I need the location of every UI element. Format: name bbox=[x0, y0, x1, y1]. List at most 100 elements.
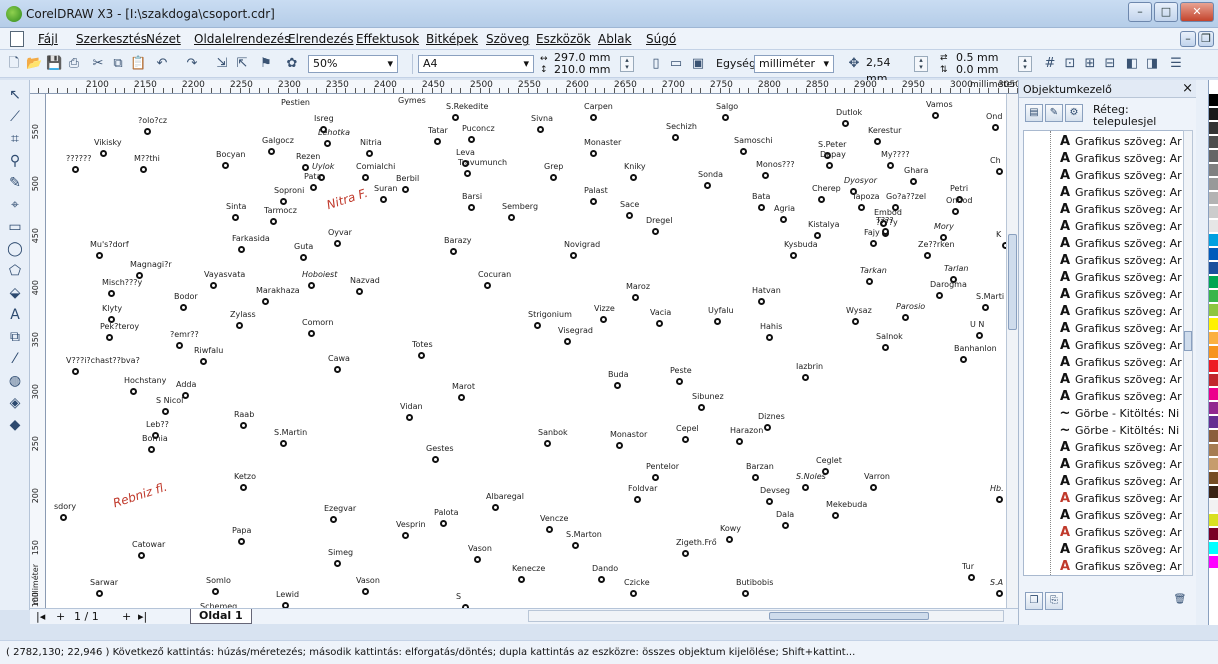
layer-manager-icon[interactable]: ⚙ bbox=[1065, 104, 1083, 122]
town-label[interactable]: S.Noles bbox=[796, 472, 826, 481]
town-marker[interactable] bbox=[434, 138, 441, 145]
town-marker[interactable] bbox=[652, 228, 659, 235]
options-icon[interactable]: ☰ bbox=[1168, 56, 1184, 72]
town-marker[interactable] bbox=[432, 456, 439, 463]
town-marker[interactable] bbox=[268, 148, 275, 155]
object-tree-item[interactable]: A Grafikus szöveg: Ar bbox=[1058, 439, 1182, 457]
color-swatch[interactable] bbox=[1209, 164, 1218, 177]
town-label[interactable]: Uyfalu bbox=[708, 306, 734, 315]
save-icon[interactable]: 💾 bbox=[46, 56, 62, 72]
town-label[interactable]: Kistalya bbox=[808, 220, 840, 229]
town-marker[interactable] bbox=[96, 590, 103, 597]
grid-icon[interactable]: # bbox=[1042, 56, 1058, 72]
print-icon[interactable]: ⎙ bbox=[66, 56, 82, 72]
object-tree[interactable]: A Grafikus szöveg: Ar A Grafikus szöveg: Ar… bbox=[1023, 130, 1185, 576]
town-marker[interactable] bbox=[766, 498, 773, 505]
town-marker[interactable] bbox=[308, 282, 315, 289]
object-tree-item[interactable]: A Grafikus szöveg: Ar bbox=[1058, 558, 1182, 575]
town-label[interactable]: Grep bbox=[544, 162, 563, 171]
town-marker[interactable] bbox=[334, 240, 341, 247]
town-label[interactable]: Misch???y bbox=[102, 278, 142, 287]
town-marker[interactable] bbox=[676, 378, 683, 385]
town-marker[interactable] bbox=[210, 282, 217, 289]
town-marker[interactable] bbox=[130, 388, 137, 395]
town-label[interactable]: Farkasida bbox=[232, 234, 270, 243]
town-marker[interactable] bbox=[996, 168, 1003, 175]
doc-restore-button[interactable]: ❐ bbox=[1198, 31, 1214, 47]
town-marker[interactable] bbox=[452, 114, 459, 121]
object-tree-item[interactable]: A Grafikus szöveg: Ar bbox=[1058, 252, 1182, 270]
town-marker[interactable] bbox=[982, 304, 989, 311]
town-label[interactable]: Maroz bbox=[626, 282, 650, 291]
town-label[interactable]: Ezegvar bbox=[324, 504, 356, 513]
drawing-canvas[interactable]: Pestien Gymes S.Rekedite Sivna Carpen Salgo Du… bbox=[46, 94, 1006, 608]
town-label[interactable]: Comialchi bbox=[356, 162, 395, 171]
town-label[interactable]: Parosio bbox=[896, 302, 925, 311]
town-label[interactable]: Barazy bbox=[444, 236, 472, 245]
town-marker[interactable] bbox=[652, 474, 659, 481]
town-marker[interactable] bbox=[418, 352, 425, 359]
town-label[interactable]: Kerestur bbox=[868, 126, 901, 135]
town-label[interactable]: Palast bbox=[584, 186, 608, 195]
town-label[interactable]: Nazvad bbox=[350, 276, 380, 285]
menu-text[interactable]: Szöveg bbox=[486, 32, 529, 46]
town-label[interactable]: Dregel bbox=[646, 216, 672, 225]
town-marker[interactable] bbox=[672, 134, 679, 141]
town-marker[interactable] bbox=[626, 212, 633, 219]
town-marker[interactable] bbox=[458, 394, 465, 401]
town-marker[interactable] bbox=[960, 356, 967, 363]
town-label[interactable]: Sechizh bbox=[666, 122, 697, 131]
color-swatch[interactable] bbox=[1209, 220, 1218, 233]
town-label[interactable]: Strigonium bbox=[528, 310, 572, 319]
town-marker[interactable] bbox=[874, 138, 881, 145]
town-label[interactable]: Somlo bbox=[206, 576, 231, 585]
copy-icon[interactable]: ⧉ bbox=[110, 56, 126, 72]
town-marker[interactable] bbox=[450, 248, 457, 255]
town-label[interactable]: Hochstany bbox=[124, 376, 166, 385]
town-label[interactable]: Cherep bbox=[812, 184, 841, 193]
color-swatch[interactable] bbox=[1209, 458, 1218, 471]
town-label[interactable]: Hoboiest bbox=[302, 270, 337, 279]
town-label[interactable]: sdory bbox=[54, 502, 76, 511]
town-label[interactable]: S bbox=[456, 592, 461, 601]
town-marker[interactable] bbox=[630, 174, 637, 181]
town-marker[interactable] bbox=[366, 150, 373, 157]
new-icon[interactable]: 🗋 bbox=[6, 56, 22, 72]
town-marker[interactable] bbox=[406, 414, 413, 421]
river-label[interactable]: Rebniz fl. bbox=[111, 480, 169, 511]
town-label[interactable]: Vizze bbox=[594, 304, 615, 313]
town-marker[interactable] bbox=[952, 208, 959, 215]
town-marker[interactable] bbox=[790, 252, 797, 259]
town-marker[interactable] bbox=[468, 204, 475, 211]
town-label[interactable]: Tapoza bbox=[852, 192, 880, 201]
town-label[interactable]: Kowy bbox=[720, 524, 741, 533]
town-marker[interactable] bbox=[362, 588, 369, 595]
town-marker[interactable] bbox=[726, 536, 733, 543]
town-label[interactable]: Comorn bbox=[302, 318, 333, 327]
town-label[interactable]: Barsi bbox=[462, 192, 482, 201]
color-swatch[interactable] bbox=[1209, 94, 1218, 107]
color-swatch[interactable] bbox=[1209, 346, 1218, 359]
last-page-button[interactable]: ▸| bbox=[138, 610, 147, 623]
color-swatch[interactable] bbox=[1209, 150, 1218, 163]
menu-file[interactable]: Fájl bbox=[38, 32, 58, 46]
menu-help[interactable]: Súgó bbox=[646, 32, 676, 46]
eyedropper-tool-icon[interactable]: ⁄ bbox=[6, 350, 24, 368]
town-marker[interactable] bbox=[782, 522, 789, 529]
town-label[interactable]: Hb. bbox=[990, 484, 1004, 493]
menu-edit[interactable]: Szerkesztés bbox=[76, 32, 147, 46]
town-label[interactable]: Buda bbox=[608, 370, 629, 379]
town-label[interactable]: Berbil bbox=[396, 174, 419, 183]
color-swatch[interactable] bbox=[1209, 332, 1218, 345]
town-label[interactable]: Sivna bbox=[531, 114, 553, 123]
town-marker[interactable] bbox=[826, 162, 833, 169]
town-marker[interactable] bbox=[108, 290, 115, 297]
town-label[interactable]: Vidan bbox=[400, 402, 423, 411]
town-label[interactable]: Leva bbox=[456, 148, 475, 157]
portrait-icon[interactable]: ▯ bbox=[648, 56, 664, 72]
town-marker[interactable] bbox=[537, 126, 544, 133]
tab-page-1[interactable]: Oldal 1 bbox=[190, 609, 252, 624]
town-label[interactable]: Dyosyor bbox=[844, 176, 877, 185]
color-swatch[interactable] bbox=[1209, 178, 1218, 191]
town-label[interactable]: Kysbuda bbox=[784, 240, 818, 249]
